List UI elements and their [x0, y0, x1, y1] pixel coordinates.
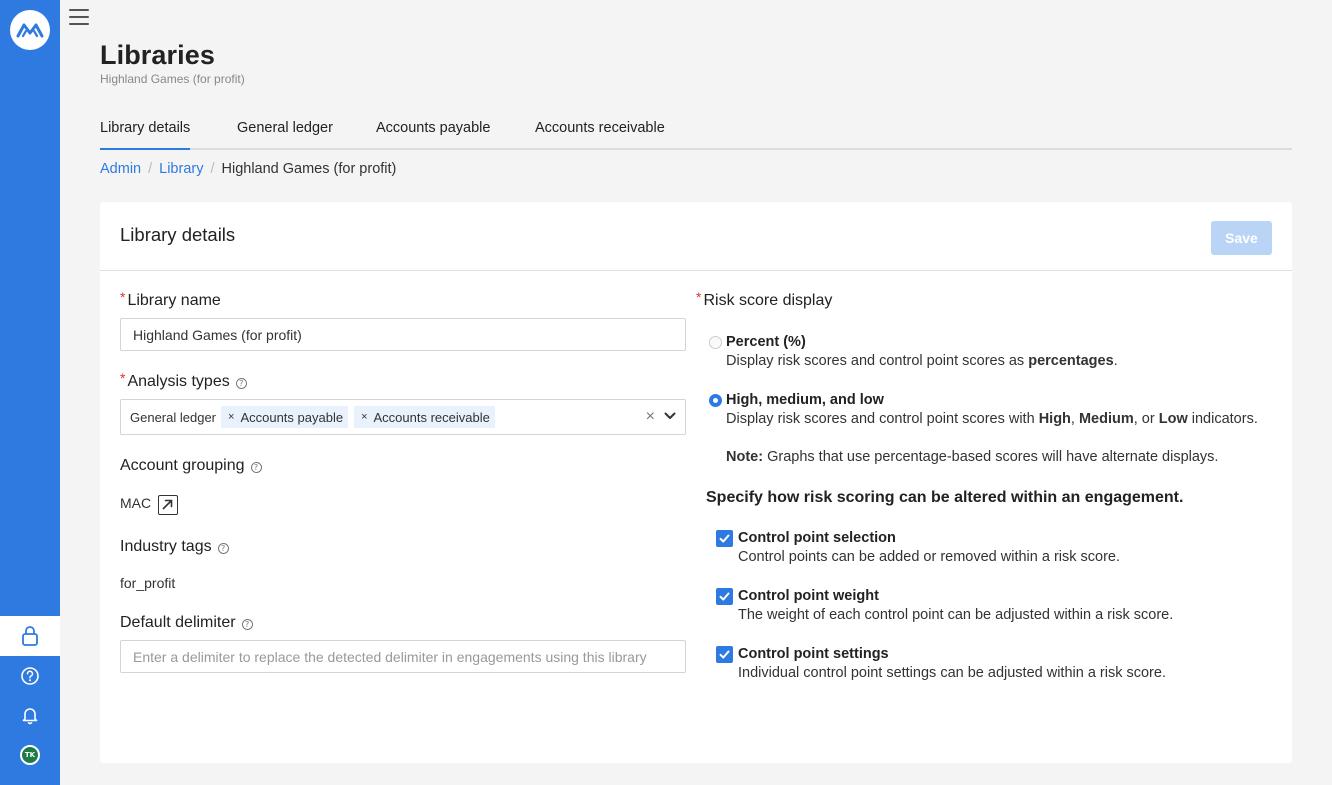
analysis-types-label: * Analysis types ?	[120, 370, 247, 391]
check-title: Control point weight	[738, 588, 879, 604]
help-icon[interactable]: ?	[235, 377, 247, 389]
tab-bar: Library details General ledger Accounts …	[100, 110, 1292, 150]
note-label: Note:	[726, 449, 764, 465]
required-marker: *	[696, 289, 702, 305]
radio-percent[interactable]	[709, 336, 722, 349]
library-name-input[interactable]	[120, 318, 686, 351]
breadcrumb: Admin / Library / Highland Games (for pr…	[100, 161, 396, 177]
check-description: Control points can be added or removed w…	[738, 549, 1121, 565]
desc-text: , or	[1133, 411, 1159, 427]
close-icon[interactable]: ×	[361, 411, 367, 423]
breadcrumb-separator: /	[210, 161, 215, 177]
option-title: High, medium, and low	[726, 392, 884, 408]
tab-accounts-payable[interactable]: Accounts payable	[376, 120, 490, 150]
menu-icon[interactable]	[69, 8, 89, 26]
close-icon[interactable]: ×	[228, 411, 234, 423]
checkbox-control-point-weight[interactable]	[716, 588, 733, 605]
external-link-icon[interactable]	[158, 495, 178, 515]
clear-icon[interactable]: ×	[646, 408, 655, 426]
breadcrumb-current: Highland Games (for profit)	[221, 161, 397, 177]
option-description: Display risk scores and control point sc…	[726, 411, 1258, 427]
desc-text: .	[1113, 353, 1118, 369]
user-avatar-button[interactable]: TK	[0, 735, 60, 775]
tab-general-ledger[interactable]: General ledger	[237, 120, 333, 150]
option-title: Percent (%)	[726, 334, 806, 350]
check-icon	[719, 592, 730, 601]
tab-accounts-receivable[interactable]: Accounts receivable	[535, 120, 665, 150]
radio-high-medium-low[interactable]	[709, 394, 722, 407]
default-delimiter-input[interactable]	[120, 640, 686, 673]
page-subtitle: Highland Games (for profit)	[100, 72, 245, 86]
desc-text: ,	[1070, 411, 1079, 427]
breadcrumb-separator: /	[148, 161, 153, 177]
help-icon[interactable]: ?	[250, 461, 262, 473]
chip-label: General ledger	[130, 409, 216, 425]
page-title: Libraries	[100, 40, 215, 70]
breadcrumb-library[interactable]: Library	[159, 161, 203, 177]
industry-tags-value: for_profit	[120, 575, 176, 591]
default-delimiter-label-text: Default delimiter	[120, 614, 236, 631]
check-description: The weight of each control point can be …	[738, 607, 1174, 623]
library-details-card: Library details Save * Library name * An…	[100, 202, 1292, 763]
help-icon[interactable]	[0, 656, 60, 696]
chevron-down-icon[interactable]	[663, 409, 677, 423]
note-text: Note: Graphs that use percentage-based s…	[726, 449, 1218, 465]
help-icon[interactable]: ?	[241, 618, 253, 630]
desc-text: Display risk scores and control point sc…	[726, 353, 1029, 369]
industry-tags-label: Industry tags ?	[120, 538, 229, 556]
bell-icon[interactable]	[0, 695, 60, 735]
option-description: Display risk scores and control point sc…	[726, 353, 1118, 369]
check-description: Individual control point settings can be…	[738, 665, 1166, 681]
save-button[interactable]: Save	[1211, 221, 1272, 255]
checkbox-control-point-settings[interactable]	[716, 646, 733, 663]
desc-text: Display risk scores and control point sc…	[726, 411, 1039, 427]
analysis-types-select[interactable]: General ledger × Accounts payable × Accoun…	[120, 399, 686, 435]
required-marker: *	[120, 289, 126, 305]
risk-score-display-label-text: Risk score display	[703, 292, 833, 309]
note-body: Graphs that use percentage-based scores …	[763, 449, 1219, 465]
desc-bold: percentages	[1028, 353, 1114, 369]
desc-bold: High	[1038, 411, 1071, 427]
library-name-label: * Library name	[120, 289, 221, 310]
checkbox-control-point-selection[interactable]	[716, 530, 733, 547]
chip-label: Accounts payable	[240, 409, 344, 425]
account-grouping-value: MAC	[120, 495, 152, 511]
chip-accounts-receivable: × Accounts receivable	[354, 406, 495, 428]
library-name-label-text: Library name	[127, 292, 221, 309]
check-icon	[719, 650, 730, 659]
nav-rail: TK	[0, 0, 60, 785]
breadcrumb-admin[interactable]: Admin	[100, 161, 141, 177]
required-marker: *	[120, 370, 126, 386]
chip-label: Accounts receivable	[373, 409, 490, 425]
tab-library-details[interactable]: Library details	[100, 120, 191, 150]
card-title: Library details	[120, 224, 236, 245]
account-grouping-label-text: Account grouping	[120, 457, 245, 474]
industry-tags-label-text: Industry tags	[120, 538, 212, 555]
avatar: TK	[20, 745, 40, 765]
risk-score-display-label: * Risk score display	[696, 289, 833, 310]
default-delimiter-label: Default delimiter ?	[120, 614, 253, 632]
lock-icon[interactable]	[0, 616, 60, 656]
help-icon[interactable]: ?	[217, 542, 229, 554]
card-header: Library details Save	[100, 202, 1292, 271]
check-icon	[719, 534, 730, 543]
chip-general-ledger: General ledger	[125, 406, 221, 428]
desc-bold: Medium	[1078, 411, 1134, 427]
alter-heading: Specify how risk scoring can be altered …	[706, 489, 1184, 506]
logo-icon[interactable]	[10, 10, 50, 50]
account-grouping-label: Account grouping ?	[120, 457, 262, 475]
chip-accounts-payable: × Accounts payable	[221, 406, 349, 428]
check-title: Control point selection	[738, 530, 896, 546]
analysis-types-label-text: Analysis types	[127, 373, 230, 390]
check-title: Control point settings	[738, 646, 889, 662]
desc-text: indicators.	[1187, 411, 1258, 427]
desc-bold: Low	[1158, 411, 1188, 427]
